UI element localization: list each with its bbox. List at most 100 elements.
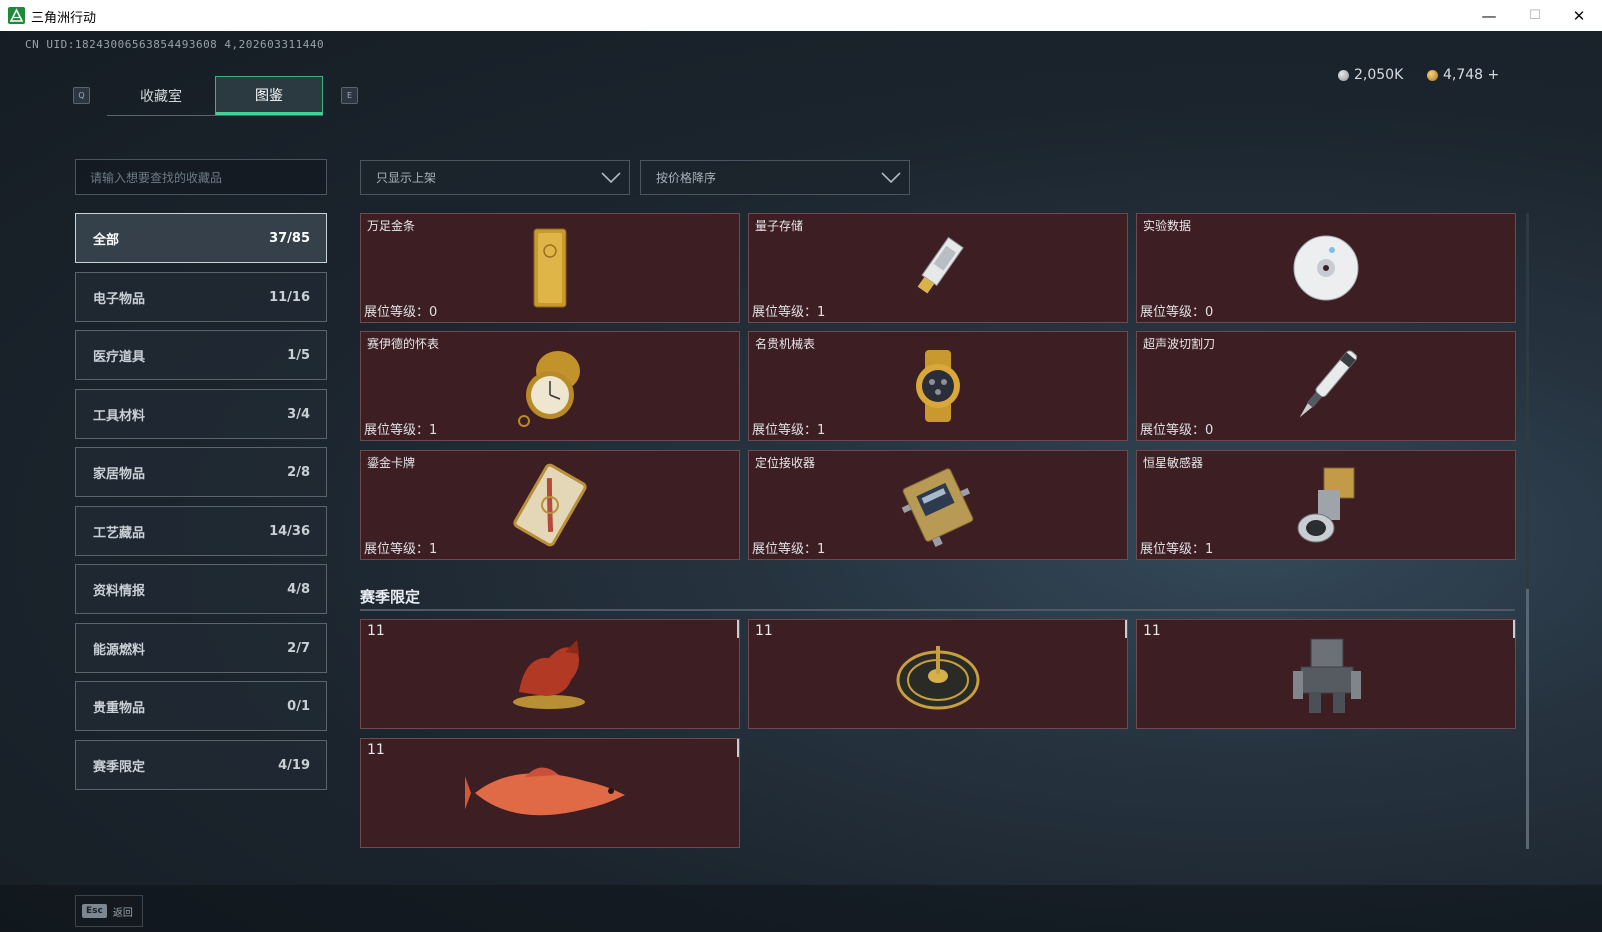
compass-dial-icon (896, 646, 980, 710)
disc-icon (1293, 235, 1359, 301)
item-tier: 11 (367, 623, 385, 639)
item-card[interactable]: 定位接收器 展位等级：1 (748, 450, 1128, 560)
maximize-button[interactable]: ☐ (1512, 0, 1558, 31)
season-item-card[interactable]: 11 (1136, 619, 1516, 729)
item-tier: 11 (1143, 623, 1161, 639)
category-label: 家居物品 (93, 466, 146, 482)
pocket-watch-icon (518, 351, 580, 427)
category-count: 1/5 (287, 347, 310, 363)
wristwatch-icon (916, 350, 960, 422)
item-card[interactable]: 万足金条 展位等级：0 (360, 213, 740, 323)
item-level: 展位等级：1 (364, 542, 438, 557)
section-title: 赛季限定 (360, 588, 421, 606)
item-level: 展位等级：0 (364, 305, 438, 320)
section-divider (360, 609, 1515, 611)
next-tab-hotkey[interactable]: E (341, 87, 358, 104)
star-sensor-icon (1297, 467, 1355, 543)
receiver-icon (901, 468, 974, 547)
category-tools[interactable]: 工具材料 3/4 (75, 389, 327, 439)
category-label: 赛季限定 (93, 759, 146, 775)
gold-amount: 4,748 + (1443, 67, 1500, 83)
silver-coin-icon (1338, 69, 1349, 81)
sort-dropdown[interactable]: 按价格降序 (640, 160, 910, 195)
close-button[interactable]: ✕ (1556, 0, 1602, 31)
card-corner-marker (1125, 620, 1127, 638)
category-household[interactable]: 家居物品 2/8 (75, 447, 327, 497)
item-level: 展位等级：1 (752, 305, 826, 320)
gold-bar-icon (533, 228, 567, 308)
season-item-card[interactable]: 11 (360, 738, 740, 848)
category-count: 14/36 (269, 523, 310, 539)
category-season[interactable]: 赛季限定 4/19 (75, 740, 327, 790)
shelf-filter-dropdown[interactable]: 只显示上架 (360, 160, 630, 195)
scrollbar-thumb[interactable] (1526, 589, 1529, 849)
item-tier: 11 (367, 742, 385, 758)
item-card[interactable]: 赛伊德的怀表 展位等级：1 (360, 331, 740, 441)
silver-amount: 2,050K (1354, 67, 1404, 83)
category-label: 全部 (93, 232, 120, 248)
shelf-filter-value: 只显示上架 (376, 171, 437, 185)
item-level: 展位等级：1 (752, 423, 826, 438)
prev-tab-hotkey[interactable]: Q (73, 87, 90, 104)
category-intel[interactable]: 资料情报 4/8 (75, 564, 327, 614)
tab-collection-room[interactable]: 收藏室 (107, 76, 215, 115)
cutter-icon (1299, 350, 1358, 418)
category-count: 4/19 (278, 757, 310, 773)
category-all[interactable]: 全部 37/85 (75, 213, 327, 263)
category-count: 2/8 (287, 464, 310, 480)
category-medical[interactable]: 医疗道具 1/5 (75, 330, 327, 380)
category-electronics[interactable]: 电子物品 11/16 (75, 272, 327, 322)
item-level: 展位等级：1 (1140, 542, 1214, 557)
category-label: 电子物品 (93, 291, 146, 307)
category-count: 37/85 (269, 230, 310, 246)
chevron-down-icon (601, 171, 621, 183)
card-corner-marker (1513, 620, 1515, 638)
horse-statue-icon (513, 640, 585, 709)
item-card[interactable]: 恒星敏感器 展位等级：1 (1136, 450, 1516, 560)
item-name: 恒星敏感器 (1143, 456, 1204, 470)
category-energy[interactable]: 能源燃料 2/7 (75, 623, 327, 673)
category-valuables[interactable]: 贵重物品 0/1 (75, 681, 327, 731)
usb-drive-icon (917, 236, 964, 294)
search-input[interactable]: 请输入想要查找的收藏品 (75, 159, 327, 195)
tab-bar: 收藏室 图鉴 (107, 76, 323, 116)
red-fish-icon (465, 767, 625, 816)
item-name: 赛伊德的怀表 (367, 337, 440, 351)
item-card[interactable]: 量子存储 展位等级：1 (748, 213, 1128, 323)
esc-key-hint: Esc (82, 904, 107, 918)
category-count: 11/16 (269, 289, 310, 305)
item-name: 量子存储 (755, 219, 804, 233)
category-label: 工艺藏品 (93, 525, 146, 541)
currency-gold[interactable]: 4,748 + (1427, 67, 1499, 83)
category-count: 4/8 (287, 581, 310, 597)
item-name: 鎏金卡牌 (367, 456, 416, 470)
category-count: 2/7 (287, 640, 310, 656)
item-card[interactable]: 鎏金卡牌 展位等级：1 (360, 450, 740, 560)
item-card[interactable]: 实验数据 展位等级：0 (1136, 213, 1516, 323)
item-card[interactable]: 名贵机械表 展位等级：1 (748, 331, 1128, 441)
bottom-bar (0, 885, 1602, 932)
item-tier: 11 (755, 623, 773, 639)
item-name: 定位接收器 (755, 456, 816, 470)
window-titlebar: 三角洲行动 — ☐ ✕ (0, 0, 1602, 31)
item-level: 展位等级：0 (1140, 423, 1214, 438)
card-corner-marker (737, 739, 739, 757)
currency-silver: 2,050K (1338, 67, 1403, 83)
category-label: 资料情报 (93, 583, 146, 599)
app-logo-icon (8, 7, 25, 24)
window-title: 三角洲行动 (31, 11, 97, 26)
sort-value: 按价格降序 (656, 171, 717, 185)
category-count: 0/1 (287, 698, 310, 714)
gilded-card-icon (513, 463, 587, 547)
back-button[interactable]: Esc 返回 (75, 895, 143, 927)
item-name: 实验数据 (1143, 219, 1192, 233)
season-item-card[interactable]: 11 (360, 619, 740, 729)
category-crafts[interactable]: 工艺藏品 14/36 (75, 506, 327, 556)
item-level: 展位等级：1 (752, 542, 826, 557)
season-item-card[interactable]: 11 (748, 619, 1128, 729)
item-card[interactable]: 超声波切割刀 展位等级：0 (1136, 331, 1516, 441)
gold-coin-icon (1427, 69, 1438, 81)
tab-catalog[interactable]: 图鉴 (215, 76, 323, 115)
chevron-down-icon (881, 171, 901, 183)
minimize-button[interactable]: — (1466, 0, 1512, 31)
